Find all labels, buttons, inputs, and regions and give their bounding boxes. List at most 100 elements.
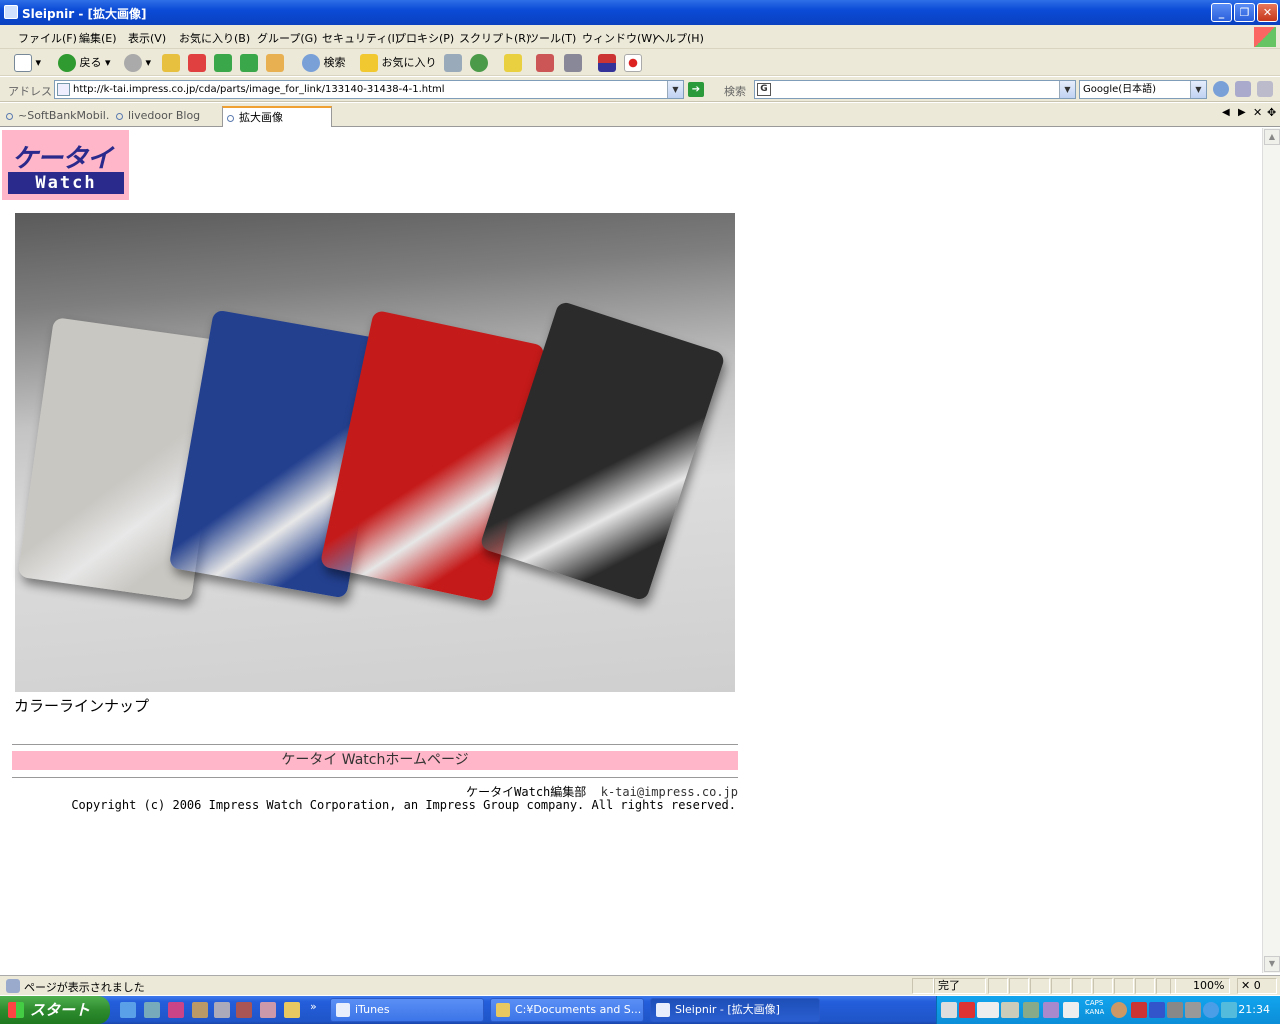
go-button[interactable]: ➔: [688, 82, 704, 97]
menu-proxy[interactable]: プロキシ(P): [395, 30, 454, 46]
back-button[interactable]: 戻る ▾: [58, 52, 111, 73]
page-status-icon: [6, 979, 20, 993]
editorial-email-link[interactable]: k-tai@impress.co.jp: [601, 785, 738, 799]
new-page-button[interactable]: ▾: [14, 52, 41, 73]
zoom-control[interactable]: 100%: [1170, 978, 1230, 994]
ime-kanji-icon[interactable]: [1001, 1002, 1019, 1018]
network-icon[interactable]: [1185, 1002, 1201, 1018]
task-itunes[interactable]: iTunes: [330, 998, 484, 1022]
home-button[interactable]: [266, 52, 284, 73]
search-input[interactable]: G ▼: [754, 80, 1076, 99]
refresh-all-button[interactable]: [240, 52, 258, 73]
search-highlight-icon[interactable]: [1235, 81, 1251, 97]
bluetooth-icon[interactable]: [1149, 1002, 1165, 1018]
tab-close-icon[interactable]: ✕: [1253, 106, 1262, 119]
ime-tool-icon[interactable]: [1023, 1002, 1039, 1018]
status-activex-icon[interactable]: [1114, 978, 1134, 994]
volume-icon[interactable]: [1167, 1002, 1183, 1018]
keyboard-icon[interactable]: [941, 1002, 957, 1018]
quicklaunch-desktop-icon[interactable]: [144, 1002, 160, 1018]
close-others-button[interactable]: [564, 52, 582, 73]
quicklaunch-media-icon[interactable]: [260, 1002, 276, 1018]
clock[interactable]: 21:34: [1238, 1003, 1270, 1016]
ime-icon[interactable]: [959, 1002, 975, 1018]
quicklaunch-more-icon[interactable]: »: [310, 1000, 317, 1013]
search-dropdown-icon[interactable]: ▼: [1059, 81, 1075, 98]
quicklaunch-tool-icon[interactable]: [192, 1002, 208, 1018]
address-dropdown-icon[interactable]: ▼: [667, 81, 683, 98]
ktai-watch-logo[interactable]: ケータイ Watch: [2, 130, 129, 200]
tab-list-icon[interactable]: ✥: [1267, 106, 1276, 119]
close-button[interactable]: ✕: [1257, 3, 1278, 22]
quicklaunch-paint-icon[interactable]: [284, 1002, 300, 1018]
status-security-icon[interactable]: [988, 978, 1008, 994]
menu-tools[interactable]: ツール(T): [528, 30, 576, 46]
new-page-icon: [14, 54, 32, 72]
menu-group[interactable]: グループ(G): [257, 30, 317, 46]
sync-button[interactable]: [470, 52, 488, 73]
status-script-icon[interactable]: [1093, 978, 1113, 994]
address-url: http://k-tai.impress.co.jp/cda/parts/ima…: [73, 84, 445, 95]
caps-kana-indicator: CAPS KANA: [1085, 999, 1104, 1017]
tab-prev-icon[interactable]: ◀: [1222, 107, 1230, 118]
status-java-icon[interactable]: [1135, 978, 1155, 994]
search-engine-select[interactable]: Google(日本語) ▼: [1079, 80, 1207, 99]
scroll-down-icon[interactable]: ▼: [1264, 956, 1280, 972]
quicklaunch-device-icon[interactable]: [214, 1002, 230, 1018]
minimize-button[interactable]: _: [1211, 3, 1232, 22]
flag-us-button[interactable]: [598, 52, 616, 73]
tray-globe-icon[interactable]: [1203, 1002, 1219, 1018]
search-options-icon[interactable]: [1257, 81, 1273, 97]
status-page-icon[interactable]: [1009, 978, 1029, 994]
forward-button[interactable]: ▾: [124, 52, 151, 73]
flag-jp-button[interactable]: [624, 52, 642, 73]
quicklaunch-ie-icon[interactable]: [120, 1002, 136, 1018]
tab-livedoor[interactable]: livedoor Blog: [112, 106, 220, 127]
add-favorite-button[interactable]: [504, 52, 522, 73]
status-popup-icon[interactable]: [1072, 978, 1092, 994]
maximize-button[interactable]: ❐: [1234, 3, 1255, 22]
close-tabs-button[interactable]: [536, 52, 554, 73]
help-icon[interactable]: [1063, 1002, 1079, 1018]
up-button[interactable]: [162, 52, 180, 73]
tab-softbank[interactable]: ~SoftBankMobil...: [2, 106, 110, 127]
tab-enlarged-image[interactable]: 拡大画像: [222, 106, 332, 127]
star-icon: [360, 54, 378, 72]
tray-expand-icon[interactable]: [1111, 1002, 1127, 1018]
quicklaunch-game-icon[interactable]: [236, 1002, 252, 1018]
menu-security[interactable]: セキュリティ(I): [322, 30, 399, 46]
status-cookie-icon[interactable]: [1051, 978, 1071, 994]
home-icon: [266, 54, 284, 72]
home-page-link[interactable]: ケータイ Watchホームページ: [12, 751, 738, 770]
scroll-up-icon[interactable]: ▲: [1264, 129, 1280, 145]
tab-next-icon[interactable]: ▶: [1238, 107, 1246, 118]
address-input[interactable]: http://k-tai.impress.co.jp/cda/parts/ima…: [54, 80, 684, 99]
history-button[interactable]: [444, 52, 462, 73]
tab-label: 拡大画像: [239, 111, 283, 124]
menu-favorites[interactable]: お気に入り(B): [179, 30, 250, 46]
task-sleipnir[interactable]: Sleipnir - [拡大画像]: [650, 998, 820, 1022]
refresh-button[interactable]: [214, 52, 232, 73]
search-go-icon[interactable]: [1213, 81, 1229, 97]
status-image-icon[interactable]: [1030, 978, 1050, 994]
task-explorer[interactable]: C:¥Documents and S...: [490, 998, 644, 1022]
menu-window[interactable]: ウィンドウ(W): [582, 30, 656, 46]
start-button[interactable]: スタート: [0, 996, 110, 1024]
menu-help[interactable]: ヘルプ(H): [654, 30, 704, 46]
tray-monitor-icon[interactable]: [1221, 1002, 1237, 1018]
favorites-button[interactable]: お気に入り: [360, 52, 437, 73]
ime-dict-icon[interactable]: [1043, 1002, 1059, 1018]
menu-script[interactable]: スクリプト(R): [459, 30, 530, 46]
menu-file[interactable]: ファイル(F): [18, 30, 77, 46]
quicklaunch-app-icon[interactable]: [168, 1002, 184, 1018]
stop-button[interactable]: [188, 52, 206, 73]
menu-edit[interactable]: 編集(E): [79, 30, 117, 46]
menu-view[interactable]: 表示(V): [128, 30, 166, 46]
search-button[interactable]: 検索: [302, 52, 346, 73]
vertical-scrollbar[interactable]: ▲ ▼: [1262, 128, 1280, 973]
ime-mode-icon[interactable]: [977, 1002, 999, 1018]
close-others-icon: [564, 54, 582, 72]
tray-app-icon[interactable]: [1131, 1002, 1147, 1018]
engine-dropdown-icon[interactable]: ▼: [1190, 81, 1206, 98]
status-network-icon[interactable]: [912, 978, 934, 994]
